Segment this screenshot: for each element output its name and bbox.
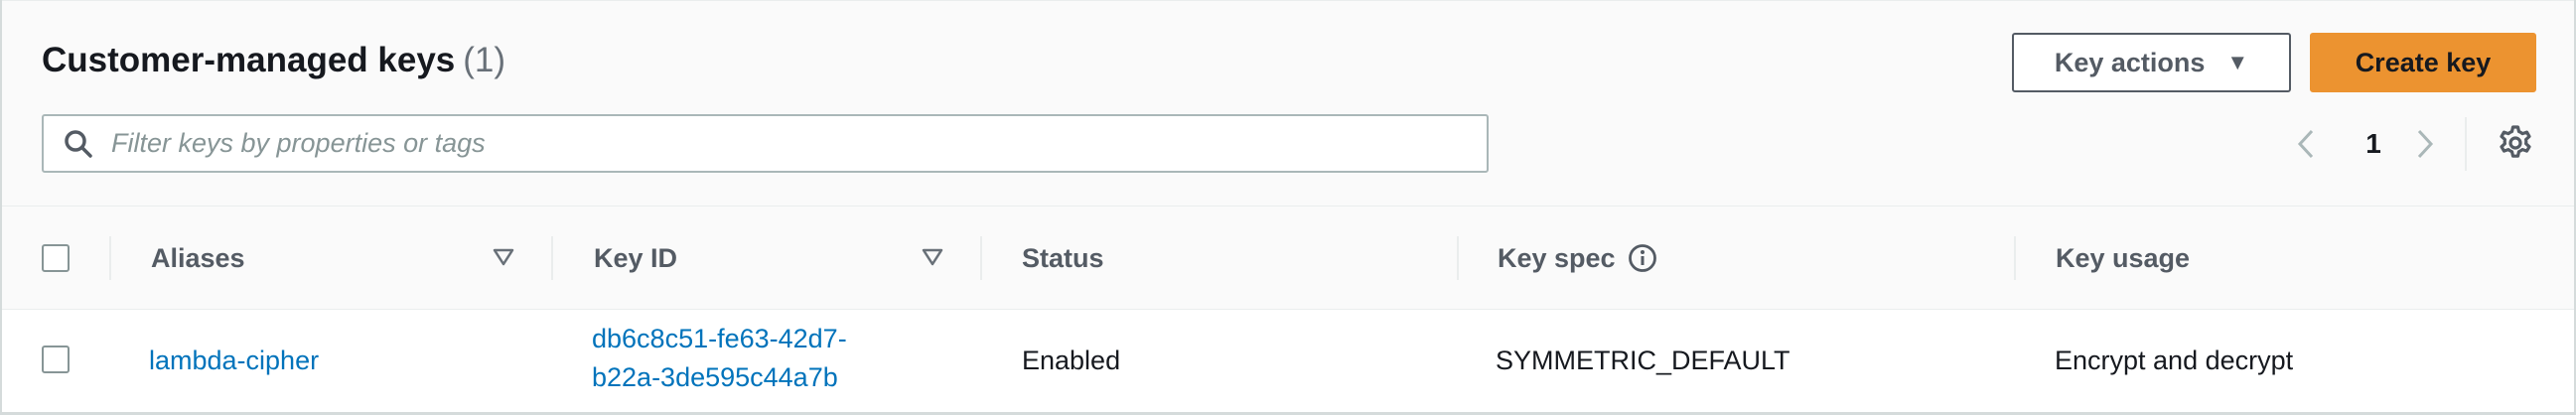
column-separator: [1457, 236, 1459, 280]
page-title-text: Customer-managed keys: [42, 41, 456, 79]
column-header-key-spec: Key spec: [1498, 207, 1657, 310]
info-icon[interactable]: [1628, 243, 1657, 273]
key-usage-cell: Encrypt and decrypt: [2055, 346, 2294, 375]
search-input[interactable]: [111, 128, 1487, 159]
sort-down-icon[interactable]: [922, 246, 943, 268]
status-cell: Enabled: [1022, 346, 1121, 375]
sort-down-icon[interactable]: [493, 246, 514, 268]
alias-cell: lambda-cipher: [149, 310, 319, 412]
column-header-key-usage: Key usage: [2056, 242, 2191, 273]
column-header-status: Status: [1022, 242, 1104, 273]
caret-down-icon: ▼: [2226, 50, 2249, 74]
panel-header: Customer-managed keys (1) Key actions ▼ C…: [2, 0, 2574, 207]
column-header-aliases[interactable]: Aliases: [151, 207, 245, 310]
alias-link[interactable]: lambda-cipher: [149, 346, 319, 376]
chevron-right-icon: [2417, 129, 2434, 159]
search-icon: [65, 129, 92, 158]
table-row: lambda-cipher db6c8c51-fe63-42d7- b22a-3…: [2, 310, 2574, 412]
key-id-cell: db6c8c51-fe63-42d7- b22a-3de595c44a7b: [592, 310, 847, 412]
previous-page-button[interactable]: [2286, 120, 2326, 168]
key-actions-label: Key actions: [2054, 47, 2206, 77]
customer-managed-keys-panel: Customer-managed keys (1) Key actions ▼ C…: [0, 0, 2576, 415]
key-id-line-2: b22a-3de595c44a7b: [592, 362, 838, 392]
column-separator: [980, 236, 982, 280]
key-spec-label: Key spec: [1498, 242, 1616, 273]
key-id-line-1: db6c8c51-fe63-42d7-: [592, 324, 847, 353]
search-field[interactable]: [42, 114, 1489, 173]
column-separator: [551, 236, 553, 280]
column-separator: [109, 236, 111, 280]
key-actions-button[interactable]: Key actions ▼: [2012, 33, 2291, 92]
page-title: Customer-managed keys (1): [42, 41, 505, 80]
table-header: Aliases Key ID Status Key spec Key usage: [2, 207, 2574, 310]
page-number-1[interactable]: 1: [2354, 120, 2393, 168]
gear-icon[interactable]: [2497, 124, 2534, 162]
row-checkbox[interactable]: [42, 346, 70, 373]
select-all-checkbox[interactable]: [42, 244, 70, 272]
key-count: (1): [463, 41, 506, 79]
chevron-left-icon: [2297, 129, 2314, 159]
column-header-key-id[interactable]: Key ID: [594, 207, 677, 310]
create-key-label: Create key: [2355, 47, 2492, 77]
key-id-link[interactable]: db6c8c51-fe63-42d7- b22a-3de595c44a7b: [592, 310, 847, 397]
next-page-button[interactable]: [2405, 120, 2445, 168]
key-spec-cell: SYMMETRIC_DEFAULT: [1496, 346, 1790, 375]
pager-divider: [2465, 117, 2467, 171]
column-separator: [2014, 236, 2016, 280]
create-key-button[interactable]: Create key: [2310, 33, 2536, 92]
